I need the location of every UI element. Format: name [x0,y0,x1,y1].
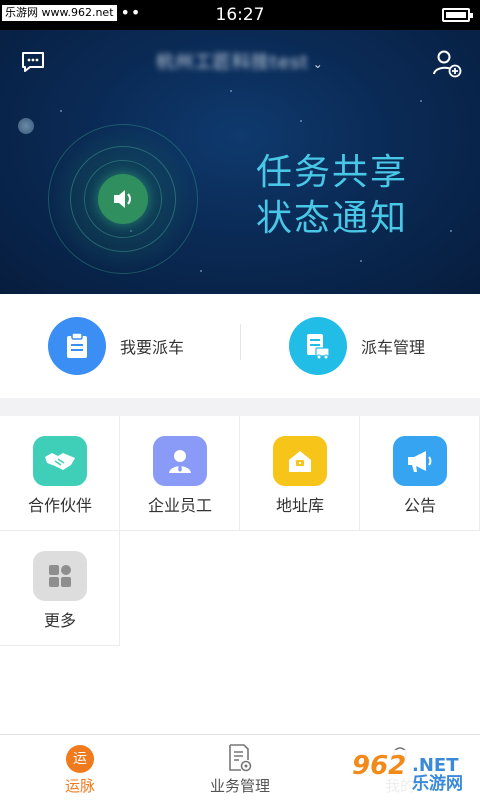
tab-business-management[interactable]: 业务管理 [160,735,320,800]
chevron-down-icon: ⌄ [312,57,324,71]
company-selector[interactable]: 杭州工匠科技test ⌄ [0,50,480,77]
battery-icon [442,8,473,22]
site-logo-watermark: 962 .NET 乐游网 [346,750,474,796]
home-address-icon [273,436,327,486]
clock: 16:27 [215,5,265,25]
grid-item-employees[interactable]: 企业员工 [120,416,240,531]
grid-item-partners[interactable]: 合作伙伴 [0,416,120,531]
request-dispatch-label: 我要派车 [120,338,185,357]
dispatch-management-button[interactable]: 派车管理 [289,317,426,375]
speaker-icon [98,174,148,224]
status-bar: 乐游网 www.962.net ••• 16:27 [0,0,480,30]
slogan-line-1: 任务共享 [256,152,409,193]
watermark-net: .NET [412,755,459,776]
glow-dot [18,118,34,134]
section-gap [0,398,480,416]
tab-label: 业务管理 [209,777,270,795]
truck-list-icon [289,317,347,375]
dispatch-management-label: 派车管理 [361,338,426,357]
grid-item-label: 更多 [43,611,76,630]
employee-icon [153,436,207,486]
watermark-number: 962 [352,751,407,781]
grid-item-label: 合作伙伴 [27,496,92,515]
dispatch-actions: 我要派车 派车管理 [0,294,480,398]
grid-item-more[interactable]: 更多 [0,531,120,646]
yunmai-icon: 运 [66,745,94,773]
banner-slogan: 任务共享 状态通知 [256,150,408,242]
grid-item-label: 公告 [403,496,436,515]
hero-banner: 杭州工匠科技test ⌄ 任务共享 状态通知 [0,30,480,294]
document-settings-icon [229,744,252,772]
grid-item-address-book[interactable]: 地址库 [240,416,360,531]
handshake-icon [33,436,87,486]
grid-item-label: 地址库 [275,496,324,515]
grid-item-label: 企业员工 [147,496,212,515]
grid-item-announcements[interactable]: 公告 [360,416,480,531]
more-grid-icon [33,551,87,601]
divider [240,324,241,360]
clipboard-icon [48,317,106,375]
request-dispatch-button[interactable]: 我要派车 [48,317,185,375]
company-name: 杭州工匠科技test [156,52,309,73]
megaphone-icon [393,436,447,486]
slogan-line-2: 状态通知 [256,198,409,239]
add-user-icon[interactable] [432,48,462,78]
tab-label: 运脉 [64,777,95,795]
watermark-cn: 乐游网 [412,774,463,794]
tab-yunmai[interactable]: 运 运脉 [0,735,160,800]
